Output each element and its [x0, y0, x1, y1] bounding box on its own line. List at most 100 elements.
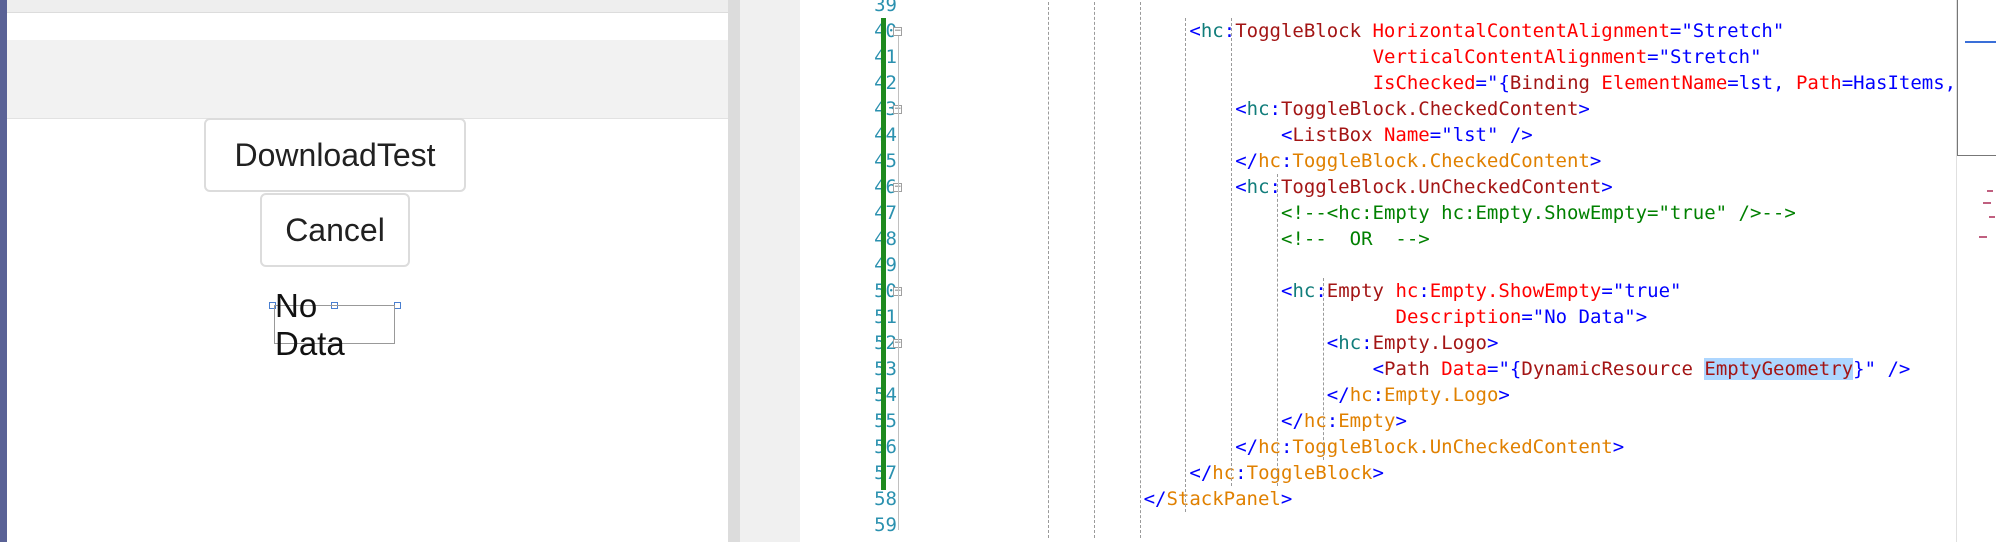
code-token: hc — [1246, 98, 1270, 120]
minimap-viewport[interactable] — [1957, 0, 1996, 156]
code-token: { — [1509, 358, 1522, 380]
code-token: Empty.Logo — [1372, 332, 1487, 354]
code-token: < — [1235, 176, 1247, 198]
code-token: hc — [1384, 280, 1419, 302]
code-token: Name — [1372, 124, 1430, 146]
code-token: > — [1395, 410, 1407, 432]
code-line[interactable]: 51Description="No Data"> — [740, 304, 1956, 330]
code-token: < — [1281, 124, 1293, 146]
code-line[interactable]: 40<hc:ToggleBlock HorizontalContentAlign… — [740, 18, 1956, 44]
code-token: > — [1498, 384, 1510, 406]
code-token: = — [1841, 72, 1854, 94]
designer-top-bar — [7, 0, 728, 13]
code-token: Empty — [1338, 410, 1396, 432]
code-line[interactable]: 54</hc:Empty.Logo> — [740, 382, 1956, 408]
code-token: Empty.ShowEmpty — [1429, 280, 1602, 302]
line-number: 39 — [874, 0, 897, 16]
code-token: ToggleBlock — [1246, 462, 1373, 484]
code-line[interactable]: 41VerticalContentAlignment="Stretch" — [740, 44, 1956, 70]
code-token: , — [1773, 72, 1785, 94]
code-token: : — [1280, 150, 1293, 172]
code-line[interactable]: 55</hc:Empty> — [740, 408, 1956, 434]
code-token: </ — [1281, 410, 1304, 432]
code-token: > — [1280, 488, 1293, 510]
code-line[interactable]: 52<hc:Empty.Logo> — [740, 330, 1956, 356]
code-token: ElementName — [1589, 72, 1728, 94]
code-token: : — [1235, 462, 1247, 484]
code-token: IsChecked — [1372, 72, 1476, 94]
code-token: HasItems — [1853, 72, 1945, 94]
indent-guide — [1048, 0, 1049, 538]
code-line[interactable]: 56</hc:ToggleBlock.UnCheckedContent> — [740, 434, 1956, 460]
empty-description-text[interactable]: No Data — [274, 287, 395, 362]
download-test-button[interactable]: DownloadTest — [204, 118, 466, 192]
code-token: <!-- OR --> — [1281, 228, 1430, 250]
pane-splitter[interactable] — [728, 0, 740, 542]
selection-handle[interactable] — [394, 302, 401, 309]
code-token: > — [1635, 306, 1648, 328]
code-text: <hc:ToggleBlock.UnCheckedContent> — [1235, 174, 1613, 200]
code-text: </hc:ToggleBlock.CheckedContent> — [1235, 148, 1601, 174]
code-line[interactable]: 46<hc:ToggleBlock.UnCheckedContent> — [740, 174, 1956, 200]
designer-left-edge — [0, 0, 7, 542]
change-tracking-bar — [881, 18, 886, 490]
code-token: = — [1669, 20, 1682, 42]
code-line[interactable]: 43<hc:ToggleBlock.CheckedContent> — [740, 96, 1956, 122]
code-token: <!--<hc:Empty hc:Empty.ShowEmpty="true" … — [1281, 202, 1796, 224]
code-token: Data — [1429, 358, 1488, 380]
code-minimap[interactable] — [1956, 0, 1996, 542]
designer-preview: DownloadTest Cancel No Data — [0, 0, 728, 542]
code-line[interactable]: 48<!-- OR --> — [740, 226, 1956, 252]
code-line[interactable]: 53<Path Data="{DynamicResource EmptyGeom… — [740, 356, 1956, 382]
code-token: hc — [1349, 384, 1373, 406]
code-line[interactable]: 47<!--<hc:Empty hc:Empty.ShowEmpty="true… — [740, 200, 1956, 226]
code-token: ListBox — [1292, 124, 1373, 146]
code-token: hc — [1258, 150, 1281, 172]
cancel-button[interactable]: Cancel — [260, 193, 410, 267]
code-token: lst — [1738, 72, 1774, 94]
code-token: > — [1486, 332, 1499, 354]
code-line[interactable]: 42IsChecked="{Binding ElementName=lst, P… — [740, 70, 1996, 96]
code-token: : — [1269, 176, 1281, 198]
code-token: ToggleBlock.CheckedContent — [1292, 150, 1590, 172]
code-text: <hc:ToggleBlock.CheckedContent> — [1235, 96, 1590, 122]
code-token: Empty.Logo — [1384, 384, 1499, 406]
code-token: </ — [1189, 462, 1213, 484]
code-token: VerticalContentAlignment — [1372, 46, 1648, 68]
outline-line — [898, 36, 899, 530]
code-token: " — [1498, 358, 1510, 380]
collapse-toggle-icon[interactable]: − — [893, 27, 902, 36]
code-token: </ — [1235, 150, 1259, 172]
indent-guide — [1139, 0, 1141, 538]
indent-guide — [1322, 278, 1324, 460]
code-line[interactable]: 44<ListBox Name="lst" /> — [740, 122, 1956, 148]
code-token: Empty — [1326, 280, 1384, 302]
xaml-code-editor[interactable]: 39 40<hc:ToggleBlock HorizontalContentAli… — [740, 0, 1996, 542]
code-line[interactable]: 45</hc:ToggleBlock.CheckedContent> — [740, 148, 1956, 174]
code-text: </hc:ToggleBlock.UnCheckedContent> — [1235, 434, 1624, 460]
code-token: = — [1487, 358, 1499, 380]
code-text: <!--<hc:Empty hc:Empty.ShowEmpty="true" … — [1281, 200, 1796, 226]
code-line[interactable]: 58 </StackPanel> — [740, 486, 1956, 512]
code-token: = — [1521, 306, 1533, 328]
code-line[interactable]: 57</hc:ToggleBlock> — [740, 460, 1956, 486]
code-token: , — [1944, 72, 1957, 94]
code-token: : — [1326, 410, 1339, 432]
designer-window-title-bar — [7, 40, 728, 119]
code-text: </hc:Empty.Logo> — [1327, 382, 1510, 408]
code-token: StackPanel — [1166, 488, 1281, 510]
code-line[interactable]: 50<hc:Empty hc:Empty.ShowEmpty="true" — [740, 278, 1956, 304]
code-token: > — [1601, 176, 1613, 198]
line-number: 59 — [874, 514, 897, 536]
code-text: </StackPanel> — [1144, 486, 1293, 512]
code-token: > — [1612, 436, 1625, 458]
code-token: { — [1498, 72, 1510, 94]
code-token: : — [1280, 436, 1293, 458]
code-token: /> — [1876, 358, 1911, 380]
code-line[interactable]: 59 — [740, 512, 1956, 538]
code-line[interactable]: 49 — [740, 252, 1956, 278]
highlighted-token: EmptyGeometry — [1704, 358, 1854, 380]
code-line[interactable]: 39 — [740, 0, 1956, 18]
code-text: </hc:ToggleBlock> — [1189, 460, 1384, 486]
code-token: "Stretch" — [1681, 20, 1785, 42]
